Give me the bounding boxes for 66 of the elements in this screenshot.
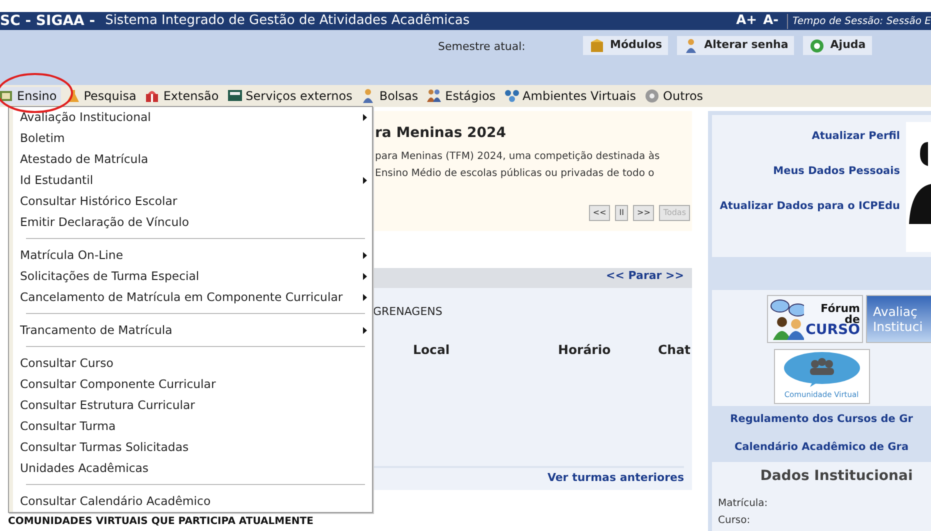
class-name: GRENAGENS (373, 304, 442, 320)
menu-tab[interactable]: Serviços externos (222, 87, 356, 105)
notice-title: ra Meninas 2024 (375, 124, 508, 143)
menu-item[interactable]: Trancamento de Matrícula (12, 320, 372, 341)
gift-icon (144, 88, 160, 104)
menu-item[interactable]: Atestado de Matrícula (12, 149, 372, 170)
field-label: Curso: (718, 514, 752, 528)
gear-icon (644, 88, 660, 104)
menu-tab[interactable]: Bolsas (356, 87, 422, 105)
session-time: Tempo de Sessão: Sessão E (786, 14, 931, 28)
menu-item[interactable]: Avaliação Institucional (12, 107, 372, 128)
menu-item[interactable]: Consultar Curso (12, 353, 372, 374)
menu-item[interactable]: Consultar Estrutura Curricular (12, 395, 372, 416)
column-header: Chat (658, 340, 690, 358)
font-size-button[interactable]: A+ (736, 12, 758, 30)
toolbar-button[interactable]: Ajuda (803, 36, 872, 55)
toolbar-button[interactable]: Módulos (583, 36, 668, 55)
carousel-button[interactable]: II (615, 205, 628, 221)
sidebar-link[interactable]: Calendário Acadêmico de Gra (734, 440, 909, 453)
notice-text: para Meninas (TFM) 2024, uma competição destinada às (375, 150, 661, 164)
system-name: SC - SIGAA - (0, 12, 96, 30)
speech-bubble-icon (782, 351, 862, 390)
menu-item[interactable]: Matrícula On-Line (12, 245, 372, 266)
menu-item[interactable]: Cancelamento de Matrícula em Componente Curricular (12, 287, 372, 308)
menu-item[interactable]: Unidades Acadêmicas (12, 458, 372, 479)
menu-item[interactable]: Consultar Calendário Acadêmico (12, 491, 372, 512)
menu-item[interactable]: Consultar Turmas Solicitadas (12, 437, 372, 458)
previous-classes-link[interactable]: Ver turmas anteriores (547, 470, 684, 484)
network-icon (504, 88, 520, 104)
menu-tab[interactable]: Estágios (422, 87, 500, 105)
toolbar-button[interactable]: Alterar senha (677, 36, 794, 55)
panel-title: Dados Institucionai (759, 466, 914, 486)
monitor-icon (226, 88, 243, 104)
carousel-button[interactable]: << (588, 205, 610, 221)
box-icon (589, 38, 605, 54)
profile-link[interactable]: Atualizar Dados para o ICPEdu (720, 198, 900, 214)
menu-tab[interactable]: Ambientes Virtuais (500, 87, 640, 105)
help-icon (809, 38, 826, 54)
profile-link[interactable]: Meus Dados Pessoais (773, 164, 900, 180)
menu-tab[interactable]: Pesquisa (60, 87, 140, 105)
window-title: Sistema Integrado de Gestão de Atividades Acadêmicas (105, 12, 470, 30)
section-heading: COMUNIDADES VIRTUAIS QUE PARTICIPA ATUALMENTE (8, 515, 314, 529)
book-icon (0, 88, 14, 104)
menu-item[interactable]: Solicitações de Turma Especial (12, 266, 372, 287)
menu-item[interactable]: Consultar Turma (12, 416, 372, 437)
menu-item[interactable]: Emitir Declaração de Vínculo (12, 212, 372, 233)
font-size-button[interactable]: A- (763, 12, 779, 30)
menu-item[interactable]: Consultar Componente Curricular (12, 374, 372, 395)
people-icon (426, 88, 442, 104)
carousel-button[interactable]: >> (633, 205, 654, 221)
notice-text: Ensino Médio de escolas públicas ou privadas de todo o (375, 167, 656, 181)
sidebar-link[interactable]: Regulamento dos Cursos de Gr (730, 413, 913, 425)
menu-tab[interactable]: Ensino (0, 87, 61, 105)
menu-tab[interactable]: Outros (640, 87, 708, 105)
column-header: Local (413, 340, 451, 358)
forum-banner[interactable]: Fórum de CURSO (767, 295, 863, 343)
menu-item[interactable]: Consultar Histórico Escolar (12, 191, 372, 212)
field-label: Matrícula: (718, 496, 769, 510)
stop-link[interactable]: << Parar >> (606, 269, 684, 282)
column-header: Horário (558, 340, 612, 358)
menu-item[interactable]: Boletim (12, 128, 372, 149)
profile-link[interactable]: Atualizar Perfil (812, 129, 900, 145)
people-chat-icon (770, 298, 804, 340)
semester-label: Semestre atual: (438, 39, 526, 55)
menu-item[interactable]: Id Estudantil (12, 170, 372, 191)
menu-tab[interactable]: Extensão (140, 87, 223, 105)
